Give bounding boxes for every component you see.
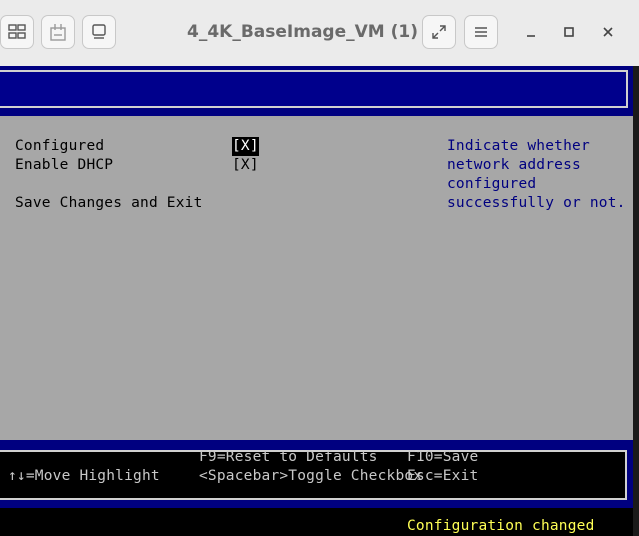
header-band [0, 66, 633, 116]
vm-display[interactable]: Configured [X] Enable DHCP [X] Save Chan… [0, 66, 633, 536]
hint-exit: Esc=Exit [407, 468, 479, 484]
hint-reset: F9=Reset to Defaults [199, 449, 378, 465]
maximize-button[interactable] [557, 20, 581, 44]
layout-button[interactable] [0, 15, 34, 49]
fullscreen-button[interactable] [422, 15, 456, 49]
option-dhcp-checkbox[interactable]: [X] [232, 156, 259, 175]
status-message: Configuration changed [407, 518, 595, 534]
minimize-icon [527, 35, 535, 37]
window-edge [633, 66, 639, 536]
menu-icon [475, 27, 487, 37]
form-area: Configured [X] Enable DHCP [X] Save Chan… [0, 116, 633, 440]
header-band-frame [0, 70, 628, 108]
display-icon [92, 24, 106, 39]
help-text-line-4: successfully or not. [447, 195, 626, 211]
layout-icon [8, 24, 26, 39]
fullscreen-icon [432, 25, 446, 39]
option-dhcp-label[interactable]: Enable DHCP [15, 156, 113, 175]
maximize-icon [564, 27, 574, 37]
help-text-line-3: configured [447, 176, 537, 192]
close-icon [603, 27, 613, 37]
hint-move: ↑↓=Move Highlight [8, 468, 160, 484]
footer-band: F9=Reset to Defaults F10=Save ↑↓=Move Hi… [0, 440, 633, 508]
hint-save: F10=Save [407, 449, 479, 465]
usb-device-icon [50, 24, 66, 41]
hint-toggle: <Spacebar>Toggle Checkbox [199, 468, 423, 484]
save-changes-and-exit[interactable]: Save Changes and Exit [15, 194, 203, 213]
minimize-button[interactable] [519, 20, 543, 44]
vm-window: 4_4K_BaseImage_VM (1) Configured [X] Ena… [0, 0, 639, 536]
window-title: 4_4K_BaseImage_VM (1) [187, 22, 418, 42]
title-bar: 4_4K_BaseImage_VM (1) [0, 0, 639, 67]
menu-button[interactable] [464, 15, 498, 49]
option-configured-label[interactable]: Configured [15, 137, 104, 156]
usb-device-button[interactable] [41, 15, 75, 49]
help-text-line-2: network address [447, 157, 581, 173]
display-button[interactable] [82, 15, 116, 49]
option-configured-checkbox[interactable]: [X] [232, 137, 259, 156]
close-button[interactable] [596, 20, 620, 44]
footer-hints: F9=Reset to Defaults F10=Save ↑↓=Move Hi… [0, 449, 627, 500]
help-text-line-1: Indicate whether [447, 138, 590, 154]
